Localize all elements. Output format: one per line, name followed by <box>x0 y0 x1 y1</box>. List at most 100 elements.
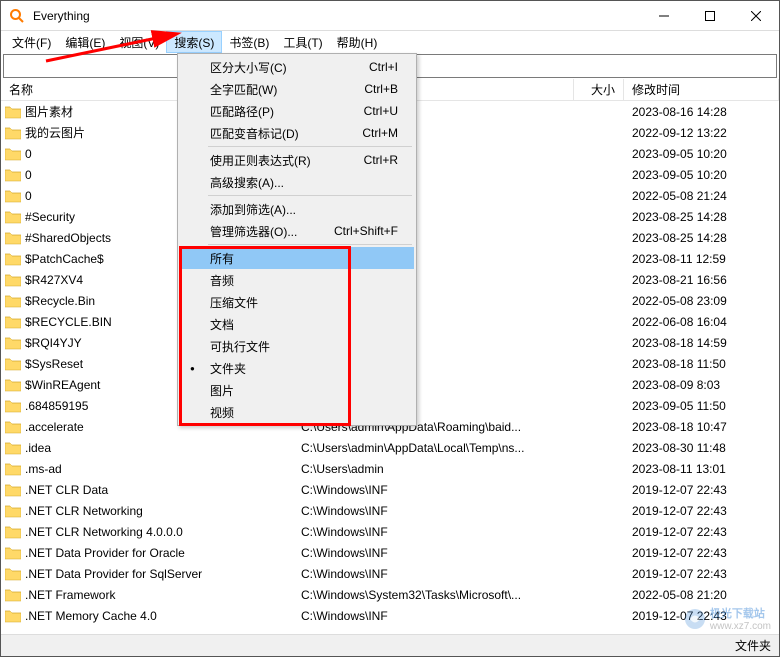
menu-option-label: 图片 <box>210 382 234 399</box>
menu-item-5[interactable]: 工具(T) <box>276 31 329 53</box>
menu-option-label: 管理筛选器(O)... <box>210 223 297 240</box>
file-date: 2023-08-21 16:56 <box>624 273 779 287</box>
file-path: C:\Windows\INF <box>301 525 574 539</box>
menu-option[interactable]: 区分大小写(C) Ctrl+I <box>180 56 414 78</box>
menu-option[interactable]: ● 文件夹 <box>180 357 414 379</box>
table-row[interactable]: .NET CLR DataC:\Windows\INF 2019-12-07 22… <box>1 479 779 500</box>
menu-option[interactable]: 高级搜索(A)... <box>180 171 414 193</box>
menu-option-label: 匹配路径(P) <box>210 103 274 120</box>
table-row[interactable]: .NET Memory Cache 4.0C:\Windows\INF2019-… <box>1 605 779 626</box>
menubar: 文件(F)编辑(E)视图(V)搜索(S)书签(B)工具(T)帮助(H) <box>1 31 779 53</box>
menu-option-label: 视频 <box>210 404 234 421</box>
menu-option[interactable]: 全字匹配(W)Ctrl+B <box>180 78 414 100</box>
menu-option[interactable]: 管理筛选器(O)... Ctrl+Shift+F <box>180 220 414 242</box>
minimize-button[interactable] <box>641 1 687 31</box>
menu-shortcut: Ctrl+M <box>362 126 398 140</box>
file-date: 2022-05-08 21:24 <box>624 189 779 203</box>
file-path: C:\Windows\INF <box>301 546 574 560</box>
file-date: 2023-09-05 10:20 <box>624 147 779 161</box>
file-date: 2023-08-09 8:03 <box>624 378 779 392</box>
file-date: 2023-08-18 10:47 <box>624 420 779 434</box>
menu-option-label: 文档 <box>210 316 234 333</box>
file-name: .NET Memory Cache 4.0 <box>25 609 301 623</box>
watermark: 极光下载站 www.xz7.com <box>684 605 771 632</box>
menu-separator <box>208 146 412 147</box>
file-date: 2019-12-07 22:43 <box>624 567 779 581</box>
table-row[interactable]: .NET Data Provider for SqlServerC:\Windo… <box>1 563 779 584</box>
file-name: .NET CLR Networking 4.0.0.0 <box>25 525 301 539</box>
app-icon <box>9 8 25 24</box>
file-name: .NET Data Provider for SqlServer <box>25 567 301 581</box>
file-name: .ms-ad <box>25 462 301 476</box>
window-controls <box>641 1 779 31</box>
menu-option[interactable]: 匹配变音标记(D) Ctrl+M <box>180 122 414 144</box>
file-date: 2023-08-16 14:28 <box>624 105 779 119</box>
menu-option[interactable]: 添加到筛选(A)... <box>180 198 414 220</box>
menu-shortcut: Ctrl+U <box>364 104 398 118</box>
menu-shortcut: Ctrl+I <box>369 60 398 74</box>
table-row[interactable]: .ideaC:\Users\admin\AppData\Local\Temp\n… <box>1 437 779 458</box>
menu-option-label: 高级搜索(A)... <box>210 174 284 191</box>
menu-item-0[interactable]: 文件(F) <box>5 31 58 53</box>
menu-option-label: 压缩文件 <box>210 294 258 311</box>
file-date: 2023-08-11 12:59 <box>624 252 779 266</box>
menu-shortcut: Ctrl+Shift+F <box>334 224 398 238</box>
file-date: 2019-12-07 22:43 <box>624 504 779 518</box>
column-date[interactable]: 修改时间 <box>624 79 779 100</box>
statusbar: 文件夹 <box>1 634 779 656</box>
table-row[interactable]: .NET FrameworkC:\Windows\System32\Tasks\… <box>1 584 779 605</box>
menu-item-2[interactable]: 视图(V) <box>112 31 166 53</box>
file-name: .NET Framework <box>25 588 301 602</box>
menu-item-4[interactable]: 书签(B) <box>222 31 276 53</box>
file-name: .NET CLR Data <box>25 483 301 497</box>
menu-option[interactable]: 匹配路径(P) Ctrl+U <box>180 100 414 122</box>
menu-option-label: 音频 <box>210 272 234 289</box>
menu-option[interactable]: 所有 <box>180 247 414 269</box>
file-name: .NET Data Provider for Oracle <box>25 546 301 560</box>
file-path: C:\Users\admin <box>301 462 574 476</box>
menu-separator <box>208 195 412 196</box>
file-date: 2023-09-05 10:20 <box>624 168 779 182</box>
menu-option[interactable]: 压缩文件 <box>180 291 414 313</box>
menu-option-label: 匹配变音标记(D) <box>210 125 299 142</box>
table-row[interactable]: .NET CLR Networking 4.0.0.0C:\Windows\IN… <box>1 521 779 542</box>
menu-option-label: 可执行文件 <box>210 338 270 355</box>
column-size[interactable]: 大小 <box>574 79 624 100</box>
menu-option-label: 区分大小写(C) <box>210 59 287 76</box>
menu-option[interactable]: 视频 <box>180 401 414 423</box>
file-date: 2019-12-07 22:43 <box>624 525 779 539</box>
table-row[interactable]: .NET Data Provider for OracleC:\Windows\… <box>1 542 779 563</box>
table-row[interactable]: NETFrameworkC:\Windows\INF <box>1 626 779 631</box>
file-name: .idea <box>25 441 301 455</box>
menu-option[interactable]: 使用正则表达式(R)Ctrl+R <box>180 149 414 171</box>
menu-option-label: 使用正则表达式(R) <box>210 152 311 169</box>
menu-item-1[interactable]: 编辑(E) <box>58 31 112 53</box>
file-name: NETFramework <box>25 630 301 632</box>
file-path: C:\Windows\INF <box>301 483 574 497</box>
table-row[interactable]: .ms-adC:\Users\admin2023-08-11 13:01 <box>1 458 779 479</box>
menu-option[interactable]: 图片 <box>180 379 414 401</box>
table-row[interactable]: .NET CLR NetworkingC:\Windows\INF2019-12… <box>1 500 779 521</box>
menu-shortcut: Ctrl+B <box>364 82 398 96</box>
bullet-icon: ● <box>190 364 195 373</box>
menu-separator <box>208 244 412 245</box>
file-date: 2023-08-25 14:28 <box>624 210 779 224</box>
maximize-button[interactable] <box>687 1 733 31</box>
file-path: C:\Windows\System32\Tasks\Microsoft\... <box>301 588 574 602</box>
menu-item-3[interactable]: 搜索(S) <box>166 31 222 53</box>
file-date: 2023-08-18 11:50 <box>624 357 779 371</box>
close-button[interactable] <box>733 1 779 31</box>
file-date: 2019-12-07 22:43 <box>624 483 779 497</box>
menu-option-label: 文件夹 <box>210 360 246 377</box>
file-path: C:\Windows\INF <box>301 504 574 518</box>
menu-option-label: 所有 <box>210 250 234 267</box>
file-date: 2022-06-08 16:04 <box>624 315 779 329</box>
app-title: Everything <box>33 9 641 23</box>
menu-option-label: 添加到筛选(A)... <box>210 201 296 218</box>
menu-option[interactable]: 可执行文件 <box>180 335 414 357</box>
file-date: 2022-05-08 23:09 <box>624 294 779 308</box>
menu-option[interactable]: 文档 <box>180 313 414 335</box>
file-date: 2023-09-05 11:50 <box>624 399 779 413</box>
menu-item-6[interactable]: 帮助(H) <box>330 31 385 53</box>
menu-option[interactable]: 音频 <box>180 269 414 291</box>
